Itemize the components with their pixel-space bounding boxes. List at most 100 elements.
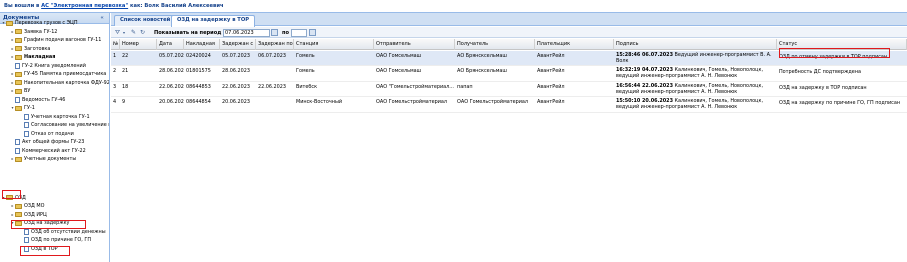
table-cell: 1 [113, 53, 117, 59]
tree-item[interactable]: Ведомость ГУ-46 [10, 96, 65, 104]
folder-icon [15, 88, 22, 94]
toolbar: ⛛ ▾ ✎ ↻ Показывать на период с 07.06.202… [111, 27, 907, 38]
top-bar: Вы вошли в АС "Электронная перевозка" ка… [0, 0, 907, 13]
tree-item[interactable]: ▸ Учетные документы [10, 155, 76, 163]
tree-item[interactable]: Акт общей формы ГУ-23 [10, 138, 84, 146]
document-icon [24, 130, 29, 137]
table-cell: 05.07.2023 [222, 53, 251, 59]
table-cell: 3 [113, 84, 117, 90]
tree-item-label: Накопительная карточка ФДУ-92 [24, 79, 110, 86]
tree-item-label: ОЗД МО [24, 203, 45, 209]
table-cell: 08644854 [186, 99, 211, 105]
table-cell: Минск-Восточный [296, 99, 343, 105]
column-header[interactable]: Плательщик [535, 39, 614, 50]
column-header[interactable]: Накладная [184, 39, 220, 50]
table-row[interactable]: 31822.06.20230864485322.06.202322.06.202… [111, 82, 907, 97]
tree-item-label: Отказ от подачи [31, 130, 74, 137]
folder-icon [15, 156, 22, 162]
column-header[interactable]: Дата [157, 39, 184, 50]
table-cell: 28.06.2023 [159, 68, 184, 74]
table-cell: ОАО "Гомельстройматериал... [376, 84, 454, 90]
table-cell: 18 [122, 84, 129, 90]
tree-item[interactable]: ▾ ГУ-1 [10, 104, 35, 112]
tree-item[interactable]: ▸ ОЗД ИРЦ [10, 211, 46, 219]
tree-item[interactable]: ▸ ГУ-45 Памятка приемосдатчика [10, 70, 106, 78]
column-header[interactable]: № [111, 39, 120, 50]
table-cell: 22.06.2023 [258, 84, 287, 90]
table-cell: 22.06.2023 [159, 84, 184, 90]
tree-item[interactable]: ▾ Перевозка грузов с ЭЦП [1, 19, 77, 27]
calendar-from-icon[interactable] [271, 29, 278, 36]
tree-item-label: Накладная [24, 54, 56, 60]
folder-icon [15, 29, 22, 35]
tree-item[interactable]: ▸ Накладная [10, 53, 55, 61]
table-cell: АвантРейл [537, 99, 565, 105]
filter-icon[interactable]: ⛛ [115, 29, 120, 37]
status-cell: ОЗД на задержку по причине ГО, ГП подпис… [779, 100, 901, 106]
document-icon [15, 147, 20, 154]
filter-dropdown-icon[interactable]: ▾ [123, 30, 125, 35]
folder-icon [15, 105, 22, 111]
tree-item[interactable]: ▸ ОЗД МО [10, 202, 44, 210]
signature-cell: 16:32:19 04.07.2023 Калинкович, Гомель, … [614, 67, 777, 79]
column-header[interactable]: Задержан по [256, 39, 294, 50]
column-header[interactable]: Получатель [455, 39, 535, 50]
column-header[interactable]: Станция [294, 39, 374, 50]
table-cell: ОАО Гомельстройматериал [457, 99, 529, 105]
table-cell: 01801575 [186, 68, 211, 74]
tree-item-label: Коммерческий акт ГУ-22 [22, 147, 86, 154]
tree-item[interactable]: ▸ Накопительная карточка ФДУ-92 [10, 79, 110, 87]
status-cell: ОЗД на задержку в ТОР подписан [779, 85, 867, 91]
login-info: Вы вошли в АС "Электронная перевозка" ка… [4, 3, 224, 9]
tree-item-label: ВУ [24, 88, 31, 94]
tree-item[interactable]: Отказ от подачи [19, 130, 74, 138]
tree-item[interactable]: Согласование на увеличение по [19, 121, 109, 129]
table-row[interactable]: 22128.06.20230180157528.06.2023ГомельОАО… [111, 66, 907, 82]
tree-item[interactable]: Коммерческий акт ГУ-22 [10, 147, 86, 155]
document-icon [15, 62, 20, 69]
document-icon [24, 237, 29, 244]
folder-icon [15, 203, 22, 209]
date-from-input[interactable]: 07.06.2023 [223, 28, 270, 37]
table-cell: АвантРейл [537, 53, 565, 59]
table-cell: 21 [122, 68, 129, 74]
date-to-input[interactable] [291, 28, 307, 37]
table-cell: 22 [122, 53, 129, 59]
folder-icon [15, 54, 22, 60]
tree-item-label: ГУ-2 Книга уведомлений [22, 62, 86, 69]
column-header[interactable]: Отправитель [374, 39, 455, 50]
user-name: Волк Василий Алексеевич [144, 3, 224, 9]
table-cell: 20.06.2023 [222, 99, 251, 105]
table-row[interactable]: 4920.06.20230864485420.06.2023Минск-Вост… [111, 97, 907, 113]
column-header[interactable]: Задержан с [220, 39, 256, 50]
table-cell: 4 [113, 99, 117, 105]
tree-item[interactable]: ▸ ВУ [10, 87, 30, 95]
tree-item[interactable]: ▸ Графин подачи вагонов ГУ-11 [10, 36, 101, 44]
login-as: как: [129, 3, 143, 9]
column-header[interactable]: Номер [120, 39, 157, 50]
tree-item[interactable]: ▸ Заявка ГУ-12 [10, 28, 57, 36]
column-header[interactable]: Подпись [614, 39, 777, 50]
edit-icon[interactable]: ✎ [131, 29, 136, 36]
refresh-icon[interactable]: ↻ [140, 29, 145, 36]
tab-bar: Список новостей ОЗД на задержку в ТОР [111, 13, 907, 27]
table-cell: Витебск [296, 84, 318, 90]
tree-item[interactable]: ▸ Заготовка [10, 45, 50, 53]
table-cell: ОАО Гомсельмаш [376, 68, 422, 74]
tree-item[interactable]: ОЗД по причине ГО, ГП [19, 236, 91, 244]
signature-cell: 15:28:46 06.07.2023 Ведущий инженер-прог… [614, 52, 777, 64]
tree-item[interactable]: Учетная карточка ГУ-1 [19, 113, 90, 121]
table-cell: 2 [113, 68, 117, 74]
table-cell: ОАО Гомсельмаш [376, 53, 422, 59]
tree-item-label: ГУ-1 [24, 105, 35, 111]
system-link[interactable]: АС "Электронная перевозка" [41, 3, 128, 9]
tree-item-label: Заготовка [24, 45, 51, 52]
tab-ozd-delay-tor[interactable]: ОЗД на задержку в ТОР [171, 15, 256, 27]
table-cell: 20.06.2023 [159, 99, 184, 105]
tree-item[interactable]: ГУ-2 Книга уведомлений [10, 62, 86, 70]
calendar-to-icon[interactable] [309, 29, 316, 36]
tree-item-label: ОЗД по причине ГО, ГП [31, 237, 92, 243]
tab-news-list[interactable]: Список новостей [114, 15, 177, 26]
collapse-icon[interactable]: « [98, 15, 106, 22]
tree-item-label: Акт общей формы ГУ-23 [22, 139, 85, 145]
